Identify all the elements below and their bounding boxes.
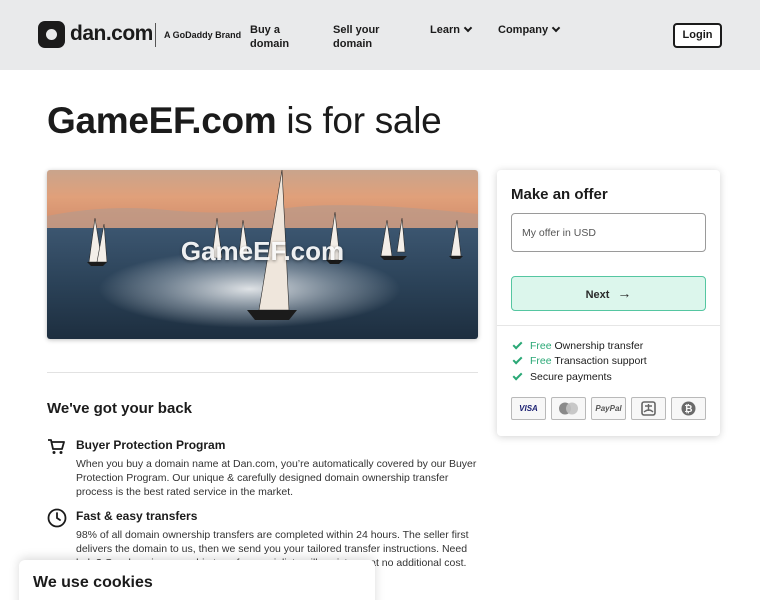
clock-icon [47, 508, 67, 528]
perk-transaction-support: Free Transaction support [512, 354, 647, 367]
cookie-title: We use cookies [33, 574, 153, 591]
nav-company-dropdown[interactable]: Company [498, 23, 561, 37]
perk-secure-payments: Secure payments [512, 370, 612, 383]
cart-icon [48, 439, 65, 454]
feature-title-buyer-protection: Buyer Protection Program [76, 438, 226, 452]
hero-domain-label: GameEF.com [180, 236, 345, 266]
arrow-right-icon: → [617, 285, 632, 301]
hero-image: GameEF.com [47, 170, 478, 339]
check-icon [512, 370, 523, 381]
next-button-label: Next [585, 289, 610, 301]
svg-text:₿: ₿ [684, 403, 692, 415]
payment-methods: VISA PayPal ₿ [511, 397, 708, 420]
dan-logo-icon[interactable] [38, 21, 65, 48]
page-title: GameEF.com is for sale [47, 100, 442, 142]
nav-company-label: Company [498, 24, 549, 36]
next-button[interactable]: Next → [511, 276, 706, 311]
visa-icon: VISA [511, 397, 546, 420]
site-header: dan.com A GoDaddy Brand Buy a domain Sel… [0, 0, 760, 70]
feature-title-fast-transfers: Fast & easy transfers [76, 509, 198, 523]
cookie-banner: We use cookies [19, 560, 375, 600]
page-title-suffix: is for sale [276, 100, 442, 141]
offer-amount-input[interactable] [511, 213, 706, 252]
perk-ownership-transfer: Free Ownership transfer [512, 339, 644, 352]
got-your-back-heading: We've got your back [47, 400, 192, 417]
section-divider [47, 372, 478, 373]
feature-text-buyer-protection: When you buy a domain name at Dan.com, y… [76, 458, 477, 498]
logo-text[interactable]: dan.com [70, 22, 153, 46]
page-title-domain: GameEF.com [47, 100, 277, 141]
check-icon [512, 354, 523, 365]
nav-learn-dropdown[interactable]: Learn [430, 23, 473, 37]
perk-free-label: Free [530, 340, 552, 352]
bitcoin-icon: ₿ [671, 397, 706, 420]
perk-text: Transaction support [551, 355, 647, 367]
nav-buy-domain-label: Buy a domain [250, 24, 290, 50]
nav-sell-domain-label: Sell your domain [333, 24, 380, 50]
nav-learn-label: Learn [430, 24, 460, 36]
perk-free-label: Free [530, 355, 552, 367]
nav-sell-domain[interactable]: Sell your domain [333, 23, 403, 51]
offer-card: Make an offer Next → Free Ownership trans… [497, 170, 720, 436]
check-icon [512, 339, 523, 350]
paypal-icon: PayPal [591, 397, 626, 420]
mastercard-icon [551, 397, 586, 420]
perk-text: Secure payments [530, 371, 612, 383]
login-button[interactable]: Login [673, 23, 722, 48]
chevron-down-icon [551, 23, 561, 33]
alipay-icon [631, 397, 666, 420]
perk-text: Ownership transfer [551, 340, 644, 352]
logo-divider [155, 23, 156, 47]
offer-title: Make an offer [511, 186, 608, 203]
nav-buy-domain[interactable]: Buy a domain [250, 23, 310, 51]
chevron-down-icon [463, 23, 473, 33]
godaddy-brand-label: A GoDaddy Brand [164, 30, 242, 40]
offer-card-divider [497, 325, 720, 326]
